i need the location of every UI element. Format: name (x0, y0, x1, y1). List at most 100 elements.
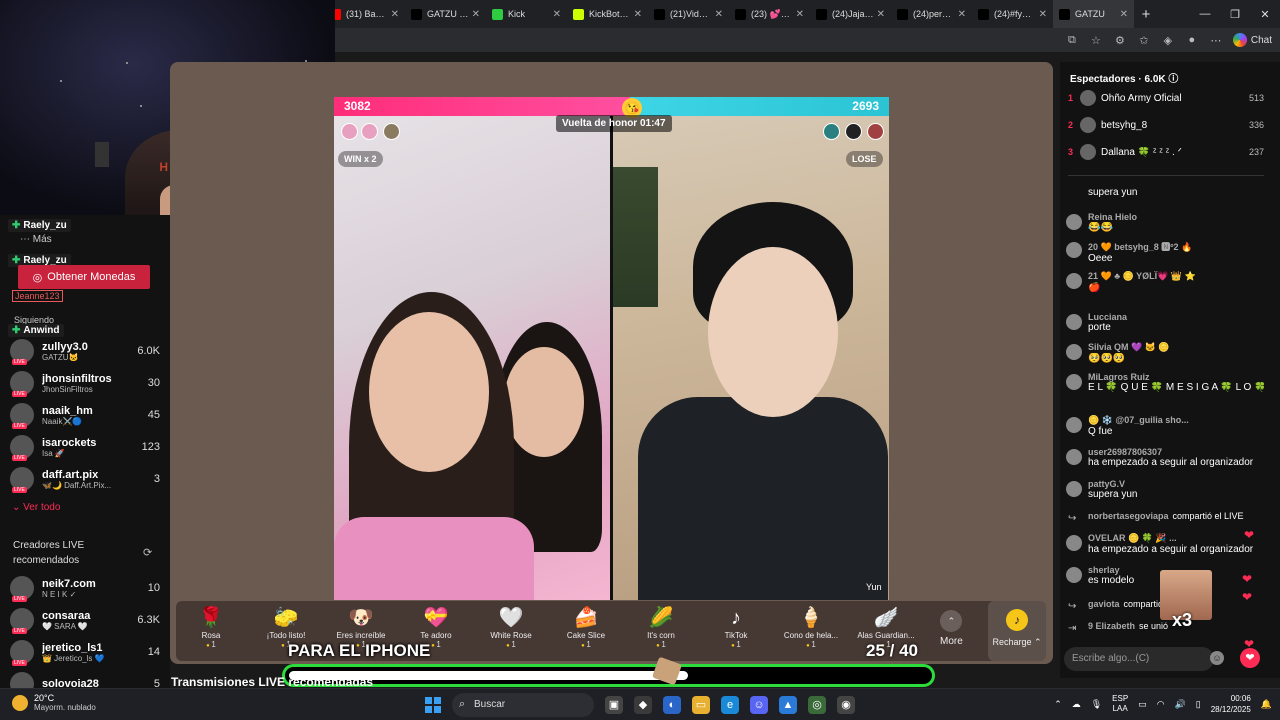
close-tab-icon[interactable]: ✕ (472, 9, 480, 20)
close-window-icon[interactable]: ✕ (1250, 0, 1280, 28)
mas-link[interactable]: ⋯ Más (20, 234, 52, 245)
supporter-avatar[interactable] (383, 123, 400, 140)
chat-message[interactable]: pattyG.V supera yun (1066, 479, 1264, 500)
file-explorer-icon[interactable]: ▭ (692, 696, 710, 714)
more-menu-icon[interactable]: ⋯ (1209, 33, 1223, 47)
shield-icon[interactable]: ◈ (1161, 33, 1175, 47)
gift-item[interactable]: 🌹Rosa1 (174, 605, 248, 649)
gift-item[interactable]: 🌽It's corn1 (624, 605, 698, 649)
close-tab-icon[interactable]: ✕ (796, 9, 804, 20)
top-viewer-row[interactable]: 3 Dallana 🍀 ᶻ ᶻ ᶻ . ᐟ 237 (1068, 144, 1264, 160)
chat-message[interactable]: OVELAR 🪙 🍀 🎉 ... ha empezado a seguir al … (1066, 533, 1264, 555)
top-viewer-row[interactable]: 1 Ohño Army Oficial 513 (1068, 90, 1264, 106)
more-gifts-button[interactable]: ⌃ More (940, 610, 963, 647)
creator-list-item[interactable]: jeretico_ls1👑 Jeretico_ls 💙14 (10, 640, 160, 666)
profile-avatar-icon[interactable]: ● (1185, 33, 1199, 47)
minimize-icon[interactable]: — (1190, 0, 1220, 28)
app-icon[interactable]: ▲ (779, 696, 797, 714)
language-indicator[interactable]: ESP LAA (1112, 694, 1128, 714)
weather-widget[interactable]: 20°C Mayorm. nublado (12, 693, 96, 712)
chat-message[interactable]: ⇥ 9 Elizabeth se unió (1066, 621, 1264, 634)
discord-icon[interactable]: ☺ (750, 696, 768, 714)
creator-list-item[interactable]: solovoia285 (10, 672, 160, 688)
close-tab-icon[interactable]: ✕ (1039, 9, 1047, 20)
close-tab-icon[interactable]: ✕ (715, 9, 723, 20)
chat-message[interactable]: MiLagros Ruiz E L 🍀 Q U E 🍀 M E S I G A 🍀… (1066, 372, 1264, 393)
gift-item[interactable]: ♪TikTok1 (699, 605, 773, 649)
chat-message[interactable]: 20 🧡 betsyhg_8 🅽º2 🔥 Oeee (1066, 240, 1264, 264)
browser-tab[interactable]: Kick ✕ (486, 0, 567, 28)
chat-input[interactable]: Escribe algo...(C) (1064, 647, 1214, 671)
app-icon-2[interactable]: ◎ (808, 696, 826, 714)
emoji-icon[interactable]: ☺ (1210, 651, 1224, 665)
chat-message[interactable]: Silvia QM 💜 🐱 🪙 🥺🥺🥺 (1066, 342, 1264, 364)
creator-list-item[interactable]: consaraa🤍 SARA 🤍6.3K (10, 608, 160, 634)
taskbar-search[interactable]: ⌕ Buscar (452, 693, 594, 717)
gift-item[interactable]: 🍰Cake Slice1 (549, 605, 623, 649)
creator-list-item[interactable]: jhonsinfiltrosJhonSinFiltros30 (10, 371, 160, 397)
creator-list-item[interactable]: naaik_hmNaaik⚔️🔵45 (10, 403, 160, 429)
battle-video[interactable] (334, 97, 889, 600)
creator-list-item[interactable]: daff.art.pix🦋🌙 Daff.Art.Pix...3 (10, 467, 160, 493)
chat-message[interactable]: user26987806307 ha empezado a seguir al o… (1066, 447, 1264, 468)
close-tab-icon[interactable]: ✕ (1120, 9, 1128, 20)
creator-list-item[interactable]: isarocketsIsa 🚀123 (10, 435, 160, 461)
close-tab-icon[interactable]: ✕ (391, 9, 399, 20)
browser-tab[interactable]: (21)Video de✕ (648, 0, 729, 28)
browser-tab[interactable]: (24)Jajaja he✕ (810, 0, 891, 28)
close-tab-icon[interactable]: ✕ (553, 9, 561, 20)
microphone-icon[interactable]: 🎙 (1091, 699, 1102, 710)
obtener-monedas-button[interactable]: ◎ Obtener Monedas (18, 265, 150, 289)
browser-tab[interactable]: GATZU ✕ (1053, 0, 1134, 28)
battery-icon[interactable]: ▯ (1196, 699, 1201, 710)
creator-list-item[interactable]: zullyy3.0GATZU🐱6.0K (10, 339, 160, 365)
extension-icon[interactable]: ⚙ (1113, 33, 1127, 47)
notifications-icon[interactable]: 🔔 (1261, 699, 1272, 710)
ver-todo-link[interactable]: ⌄ Ver todo (12, 502, 60, 513)
wifi-icon[interactable]: ◠ (1157, 699, 1165, 710)
creator-list-item[interactable]: neik7.comN E I K ✓10 (10, 576, 160, 602)
supporter-avatar[interactable] (845, 123, 862, 140)
browser-tab[interactable]: (24)#fypp # ✕ (972, 0, 1053, 28)
new-tab-icon[interactable]: + (1134, 0, 1158, 28)
browser-tab[interactable]: KickBot - Kick✕ (567, 0, 648, 28)
recharge-button[interactable]: ♪ Recharge ⌃ (988, 601, 1046, 661)
close-tab-icon[interactable]: ✕ (877, 9, 885, 20)
copilot-chat-button[interactable]: Chat (1232, 33, 1272, 47)
chat-message[interactable]: ↪ norbertasegoviapa compartió el LIVE (1066, 511, 1264, 524)
browser-tab[interactable]: (23) 💕🎉✨✕ (729, 0, 810, 28)
top-viewer-row[interactable]: 2 betsyhg_8 336 (1068, 117, 1264, 133)
browser-tab[interactable]: (31) Bad Bunny✕ (324, 0, 405, 28)
gift-heart-icon[interactable]: ❤ (1240, 648, 1260, 668)
chat-message[interactable]: Lucciana porte (1066, 312, 1264, 333)
favorites-icon[interactable]: ✩ (1137, 33, 1151, 47)
cloud-icon[interactable]: ☁ (1072, 699, 1081, 710)
supporter-avatar[interactable] (823, 123, 840, 140)
display-icon[interactable]: ▭ (1138, 699, 1147, 710)
open-in-app-icon[interactable]: ⧉ (1065, 33, 1079, 47)
store-icon[interactable]: ◆ (634, 696, 652, 714)
chat-message[interactable]: Reina Hielo 😂😂 (1066, 212, 1264, 233)
task-view-icon[interactable]: ▣ (605, 696, 623, 714)
page-scrollbar[interactable] (1270, 62, 1280, 678)
browser-tab[interactable]: GATZU 🐱 (✕ (405, 0, 486, 28)
restore-icon[interactable]: ❐ (1220, 0, 1250, 28)
close-tab-icon[interactable]: ✕ (634, 9, 642, 20)
browser-tab[interactable]: (24)perdone✕ (891, 0, 972, 28)
copilot-icon[interactable]: ◐ (663, 696, 681, 714)
clock[interactable]: 00:06 28/12/2025 (1211, 693, 1251, 715)
windows-start-icon[interactable] (425, 697, 441, 713)
chat-message[interactable]: supera yun (1066, 187, 1264, 198)
volume-icon[interactable]: 🔊 (1175, 699, 1186, 710)
gift-item[interactable]: 🤍White Rose1 (474, 605, 548, 649)
refresh-icon[interactable]: ⟳ (143, 546, 152, 559)
edge-icon[interactable]: e (721, 696, 739, 714)
chevron-up-icon[interactable]: ⌃ (1054, 699, 1062, 710)
chat-message[interactable]: 21 🧡 ♣ 🪙 YØLÏ💗 👑 ⭐ 🍎 (1066, 271, 1264, 293)
supporter-avatar[interactable] (867, 123, 884, 140)
supporter-avatar[interactable] (361, 123, 378, 140)
supporter-avatar[interactable] (341, 123, 358, 140)
close-tab-icon[interactable]: ✕ (958, 9, 966, 20)
obs-icon[interactable]: ◉ (837, 696, 855, 714)
chat-message[interactable]: 🪙 ❄️ @07_guilia sho... Q fue (1066, 415, 1264, 437)
